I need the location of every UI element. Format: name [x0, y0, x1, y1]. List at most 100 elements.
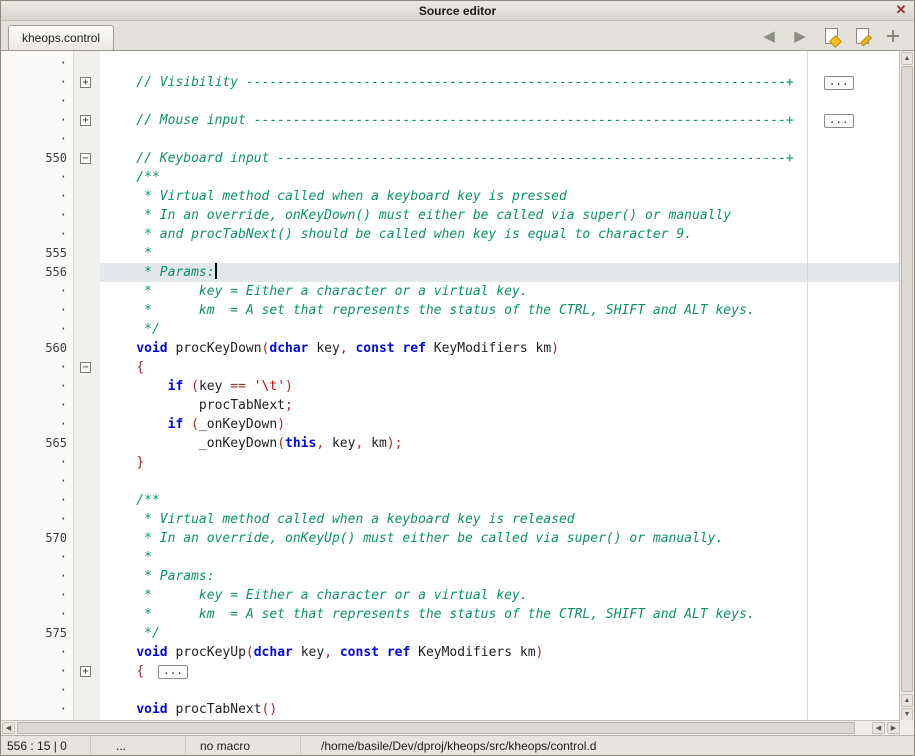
- code-text: * Params:: [105, 263, 217, 282]
- horizontal-scrollbar[interactable]: ◀ ◀ ▶: [1, 720, 901, 735]
- code-line[interactable]: · * Params:: [1, 567, 901, 586]
- code-line[interactable]: ·+ // Visibility -----------------------…: [1, 73, 901, 92]
- code-line[interactable]: ·: [1, 472, 901, 491]
- fold-collapse-icon[interactable]: −: [80, 362, 91, 373]
- code-line[interactable]: ·− {: [1, 358, 901, 377]
- fold-ellipsis[interactable]: ...: [824, 76, 854, 90]
- code-line[interactable]: · * km = A set that represents the statu…: [1, 605, 901, 624]
- code-line[interactable]: ·+ // Mouse input ----------------------…: [1, 111, 901, 130]
- down-arrow-icon: ▼: [904, 711, 911, 718]
- vertical-scrollbar-thumb[interactable]: [901, 66, 913, 692]
- line-dot: ·: [1, 567, 67, 586]
- line-number: 550: [1, 149, 67, 168]
- macro-state-panel: no macro: [186, 736, 301, 755]
- tab-bar: kheops.control ◀ ▶: [1, 21, 914, 50]
- code-line[interactable]: 555 *: [1, 244, 901, 263]
- line-dot: ·: [1, 282, 67, 301]
- line-dot: ·: [1, 358, 67, 377]
- scroll-up-button-secondary[interactable]: ▲: [901, 694, 913, 707]
- fold-ellipsis[interactable]: ...: [824, 114, 854, 128]
- detach-button[interactable]: [882, 25, 904, 47]
- vertical-scrollbar[interactable]: ▲ ▲ ▼: [899, 50, 914, 722]
- code-line[interactable]: 570 * In an override, onKeyUp() must eit…: [1, 529, 901, 548]
- code-line[interactable]: · *: [1, 548, 901, 567]
- code-line[interactable]: ·: [1, 92, 901, 111]
- line-dot: ·: [1, 472, 67, 491]
- line-dot: ·: [1, 415, 67, 434]
- fold-expand-icon[interactable]: +: [80, 666, 91, 677]
- fold-collapse-icon[interactable]: −: [80, 153, 91, 164]
- line-number: 555: [1, 244, 67, 263]
- file-path-panel: /home/basile/Dev/dproj/kheops/src/kheops…: [301, 736, 915, 755]
- document-new-icon: [825, 28, 838, 44]
- tab-kheops-control[interactable]: kheops.control: [8, 25, 114, 50]
- code-text: void procKeyDown(dchar key, const ref Ke…: [105, 339, 559, 358]
- code-line[interactable]: · * Virtual method called when a keyboar…: [1, 187, 901, 206]
- code-line[interactable]: 556 * Params:: [1, 263, 901, 282]
- add-document-button[interactable]: [820, 25, 842, 47]
- code-text: */: [105, 624, 160, 643]
- code-line[interactable]: · * key = Either a character or a virtua…: [1, 282, 901, 301]
- line-dot: ·: [1, 605, 67, 624]
- code-line[interactable]: 550 − // Keyboard input -----------------…: [1, 149, 901, 168]
- line-dot: ·: [1, 377, 67, 396]
- save-document-button[interactable]: [851, 25, 873, 47]
- code-line[interactable]: · void procKeyUp(dchar key, const ref Ke…: [1, 643, 901, 662]
- code-line[interactable]: ·: [1, 681, 901, 700]
- code-line[interactable]: · if (key == '\t'): [1, 377, 901, 396]
- code-text: *: [105, 244, 152, 263]
- code-line[interactable]: · procTabNext;: [1, 396, 901, 415]
- code-text: // Keyboard input ----------------------…: [105, 149, 794, 168]
- scroll-up-button[interactable]: ▲: [901, 52, 913, 65]
- caret-position-panel: 556 : 15 | 0: [1, 736, 91, 755]
- code-line[interactable]: ·: [1, 54, 901, 73]
- line-number: 565: [1, 434, 67, 453]
- code-editor[interactable]: ··+ // Visibility ----------------------…: [1, 50, 901, 722]
- scroll-left-button-secondary[interactable]: ◀: [872, 722, 885, 734]
- detach-icon: [887, 30, 899, 42]
- code-line[interactable]: · * km = A set that represents the statu…: [1, 301, 901, 320]
- line-dot: ·: [1, 301, 67, 320]
- line-dot: ·: [1, 225, 67, 244]
- code-line[interactable]: · /**: [1, 491, 901, 510]
- code-line[interactable]: ·+ {...: [1, 662, 901, 681]
- fold-ellipsis[interactable]: ...: [158, 665, 188, 679]
- code-text: * In an override, onKeyUp() must either …: [105, 529, 723, 548]
- code-line[interactable]: · */: [1, 320, 901, 339]
- statusbar-extra-panel: ...: [91, 736, 186, 755]
- code-text: if (_onKeyDown): [105, 415, 285, 434]
- line-dot: ·: [1, 586, 67, 605]
- up-arrow-icon: ▲: [904, 697, 911, 704]
- code-line[interactable]: 560 void procKeyDown(dchar key, const re…: [1, 339, 901, 358]
- go-back-button[interactable]: ◀: [758, 25, 780, 47]
- tab-label: kheops.control: [22, 31, 100, 45]
- go-forward-button[interactable]: ▶: [789, 25, 811, 47]
- code-line[interactable]: · }: [1, 453, 901, 472]
- code-line[interactable]: 565 _onKeyDown(this, key, km);: [1, 434, 901, 453]
- close-button[interactable]: ✕: [893, 2, 909, 18]
- horizontal-scrollbar-thumb[interactable]: [17, 722, 855, 734]
- scroll-left-button[interactable]: ◀: [2, 722, 15, 734]
- title-bar: Source editor ✕: [1, 1, 914, 21]
- code-line[interactable]: 575 */: [1, 624, 901, 643]
- forward-arrow-icon: ▶: [794, 29, 806, 44]
- editor-toolbar: ◀ ▶: [758, 25, 904, 47]
- window-title: Source editor: [419, 4, 496, 18]
- code-text: * and procTabNext() should be called whe…: [105, 225, 692, 244]
- line-dot: ·: [1, 662, 67, 681]
- code-line[interactable]: · * In an override, onKeyDown() must eit…: [1, 206, 901, 225]
- line-dot: ·: [1, 453, 67, 472]
- code-text: * In an override, onKeyDown() must eithe…: [105, 206, 731, 225]
- code-line[interactable]: · * key = Either a character or a virtua…: [1, 586, 901, 605]
- code-line[interactable]: · * and procTabNext() should be called w…: [1, 225, 901, 244]
- code-line[interactable]: · if (_onKeyDown): [1, 415, 901, 434]
- code-line[interactable]: · /**: [1, 168, 901, 187]
- line-dot: ·: [1, 548, 67, 567]
- code-line[interactable]: ·: [1, 130, 901, 149]
- code-line[interactable]: · * Virtual method called when a keyboar…: [1, 510, 901, 529]
- fold-expand-icon[interactable]: +: [80, 115, 91, 126]
- fold-expand-icon[interactable]: +: [80, 77, 91, 88]
- line-number: 570: [1, 529, 67, 548]
- line-dot: ·: [1, 54, 67, 73]
- code-line[interactable]: · void procTabNext(): [1, 700, 901, 719]
